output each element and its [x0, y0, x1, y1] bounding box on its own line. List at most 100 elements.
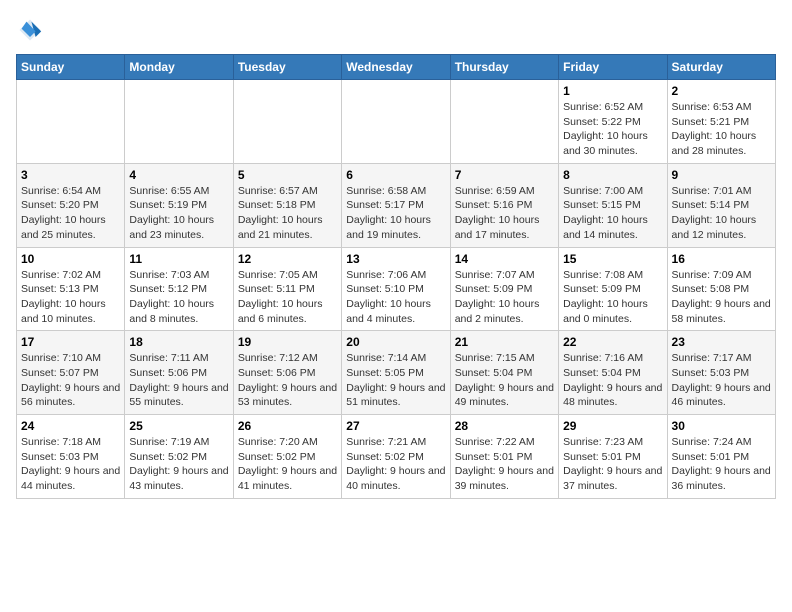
calendar-cell [17, 80, 125, 164]
day-number: 7 [455, 168, 554, 182]
calendar-cell: 8 Sunrise: 7:00 AMSunset: 5:15 PMDaylight… [559, 163, 667, 247]
calendar-cell: 14 Sunrise: 7:07 AMSunset: 5:09 PMDayligh… [450, 247, 558, 331]
calendar-cell: 9Sunrise: 7:01 AMSunset: 5:14 PMDaylight… [667, 163, 775, 247]
day-info: Sunrise: 7:20 AMSunset: 5:02 PMDaylight:… [238, 435, 337, 494]
day-number: 14 [455, 252, 554, 266]
day-of-week-header: Wednesday [342, 55, 450, 80]
calendar-table: SundayMondayTuesdayWednesdayThursdayFrid… [16, 54, 776, 499]
day-number: 19 [238, 335, 337, 349]
day-info: Sunrise: 7:23 AMSunset: 5:01 PMDaylight:… [563, 435, 662, 494]
calendar-cell: 23 Sunrise: 7:17 AMSunset: 5:03 PMDayligh… [667, 331, 775, 415]
day-number: 13 [346, 252, 445, 266]
day-info: Sunrise: 7:02 AMSunset: 5:13 PMDaylight:… [21, 268, 120, 327]
calendar-cell [125, 80, 233, 164]
day-info: Sunrise: 7:18 AMSunset: 5:03 PMDaylight:… [21, 435, 120, 494]
day-info: Sunrise: 7:16 AMSunset: 5:04 PMDaylight:… [563, 351, 662, 410]
day-of-week-header: Monday [125, 55, 233, 80]
day-number: 18 [129, 335, 228, 349]
day-info: Sunrise: 7:09 AMSunset: 5:08 PMDaylight:… [672, 268, 771, 327]
day-number: 6 [346, 168, 445, 182]
calendar-cell: 20 Sunrise: 7:14 AMSunset: 5:05 PMDayligh… [342, 331, 450, 415]
day-number: 27 [346, 419, 445, 433]
day-number: 11 [129, 252, 228, 266]
day-info: Sunrise: 6:59 AMSunset: 5:16 PMDaylight:… [455, 184, 554, 243]
calendar-cell: 21 Sunrise: 7:15 AMSunset: 5:04 PMDayligh… [450, 331, 558, 415]
calendar-cell: 10 Sunrise: 7:02 AMSunset: 5:13 PMDayligh… [17, 247, 125, 331]
day-number: 29 [563, 419, 662, 433]
day-number: 9 [672, 168, 771, 182]
day-info: Sunrise: 6:52 AMSunset: 5:22 PMDaylight:… [563, 100, 662, 159]
calendar-cell: 15 Sunrise: 7:08 AMSunset: 5:09 PMDayligh… [559, 247, 667, 331]
day-number: 4 [129, 168, 228, 182]
calendar-cell: 26 Sunrise: 7:20 AMSunset: 5:02 PMDayligh… [233, 415, 341, 499]
day-number: 20 [346, 335, 445, 349]
calendar-cell: 25 Sunrise: 7:19 AMSunset: 5:02 PMDayligh… [125, 415, 233, 499]
day-number: 5 [238, 168, 337, 182]
day-number: 8 [563, 168, 662, 182]
calendar-week-row: 3 Sunrise: 6:54 AMSunset: 5:20 PMDaylight… [17, 163, 776, 247]
day-number: 26 [238, 419, 337, 433]
day-number: 1 [563, 84, 662, 98]
calendar-cell: 29 Sunrise: 7:23 AMSunset: 5:01 PMDayligh… [559, 415, 667, 499]
day-info: Sunrise: 7:22 AMSunset: 5:01 PMDaylight:… [455, 435, 554, 494]
day-number: 12 [238, 252, 337, 266]
day-of-week-header: Saturday [667, 55, 775, 80]
day-info: Sunrise: 6:58 AMSunset: 5:17 PMDaylight:… [346, 184, 445, 243]
logo-icon [16, 16, 44, 44]
calendar-cell: 4 Sunrise: 6:55 AMSunset: 5:19 PMDaylight… [125, 163, 233, 247]
day-info: Sunrise: 7:19 AMSunset: 5:02 PMDaylight:… [129, 435, 228, 494]
day-info: Sunrise: 7:00 AMSunset: 5:15 PMDaylight:… [563, 184, 662, 243]
day-of-week-header: Sunday [17, 55, 125, 80]
day-info: Sunrise: 7:11 AMSunset: 5:06 PMDaylight:… [129, 351, 228, 410]
day-number: 22 [563, 335, 662, 349]
day-number: 25 [129, 419, 228, 433]
calendar-cell: 30 Sunrise: 7:24 AMSunset: 5:01 PMDayligh… [667, 415, 775, 499]
day-number: 2 [672, 84, 771, 98]
day-of-week-header: Thursday [450, 55, 558, 80]
calendar-week-row: 17Sunrise: 7:10 AMSunset: 5:07 PMDayligh… [17, 331, 776, 415]
calendar-cell: 18 Sunrise: 7:11 AMSunset: 5:06 PMDayligh… [125, 331, 233, 415]
day-info: Sunrise: 7:07 AMSunset: 5:09 PMDaylight:… [455, 268, 554, 327]
calendar-cell: 16 Sunrise: 7:09 AMSunset: 5:08 PMDayligh… [667, 247, 775, 331]
day-number: 17 [21, 335, 120, 349]
calendar-cell [450, 80, 558, 164]
day-info: Sunrise: 7:17 AMSunset: 5:03 PMDaylight:… [672, 351, 771, 410]
calendar-cell: 12 Sunrise: 7:05 AMSunset: 5:11 PMDayligh… [233, 247, 341, 331]
calendar-cell: 24Sunrise: 7:18 AMSunset: 5:03 PMDayligh… [17, 415, 125, 499]
day-info: Sunrise: 7:03 AMSunset: 5:12 PMDaylight:… [129, 268, 228, 327]
day-number: 15 [563, 252, 662, 266]
calendar-cell: 2 Sunrise: 6:53 AMSunset: 5:21 PMDaylight… [667, 80, 775, 164]
day-info: Sunrise: 6:57 AMSunset: 5:18 PMDaylight:… [238, 184, 337, 243]
calendar-cell: 28Sunrise: 7:22 AMSunset: 5:01 PMDayligh… [450, 415, 558, 499]
calendar-cell [342, 80, 450, 164]
calendar-header-row: SundayMondayTuesdayWednesdayThursdayFrid… [17, 55, 776, 80]
day-info: Sunrise: 6:55 AMSunset: 5:19 PMDaylight:… [129, 184, 228, 243]
day-number: 21 [455, 335, 554, 349]
day-number: 30 [672, 419, 771, 433]
calendar-cell [233, 80, 341, 164]
calendar-cell: 13 Sunrise: 7:06 AMSunset: 5:10 PMDayligh… [342, 247, 450, 331]
day-number: 3 [21, 168, 120, 182]
day-number: 23 [672, 335, 771, 349]
calendar-cell: 3 Sunrise: 6:54 AMSunset: 5:20 PMDaylight… [17, 163, 125, 247]
calendar-cell: 27Sunrise: 7:21 AMSunset: 5:02 PMDayligh… [342, 415, 450, 499]
day-info: Sunrise: 7:05 AMSunset: 5:11 PMDaylight:… [238, 268, 337, 327]
day-info: Sunrise: 7:14 AMSunset: 5:05 PMDaylight:… [346, 351, 445, 410]
calendar-cell: 6 Sunrise: 6:58 AMSunset: 5:17 PMDaylight… [342, 163, 450, 247]
calendar-cell: 5 Sunrise: 6:57 AMSunset: 5:18 PMDaylight… [233, 163, 341, 247]
day-info: Sunrise: 7:08 AMSunset: 5:09 PMDaylight:… [563, 268, 662, 327]
day-info: Sunrise: 7:12 AMSunset: 5:06 PMDaylight:… [238, 351, 337, 410]
day-of-week-header: Friday [559, 55, 667, 80]
calendar-cell: 19 Sunrise: 7:12 AMSunset: 5:06 PMDayligh… [233, 331, 341, 415]
day-number: 10 [21, 252, 120, 266]
calendar-week-row: 10 Sunrise: 7:02 AMSunset: 5:13 PMDayligh… [17, 247, 776, 331]
page-header [16, 16, 776, 44]
day-info: Sunrise: 6:53 AMSunset: 5:21 PMDaylight:… [672, 100, 771, 159]
day-number: 16 [672, 252, 771, 266]
day-of-week-header: Tuesday [233, 55, 341, 80]
day-info: Sunrise: 6:54 AMSunset: 5:20 PMDaylight:… [21, 184, 120, 243]
day-info: Sunrise: 7:06 AMSunset: 5:10 PMDaylight:… [346, 268, 445, 327]
day-info: Sunrise: 7:24 AMSunset: 5:01 PMDaylight:… [672, 435, 771, 494]
calendar-cell: 22 Sunrise: 7:16 AMSunset: 5:04 PMDayligh… [559, 331, 667, 415]
day-info: Sunrise: 7:15 AMSunset: 5:04 PMDaylight:… [455, 351, 554, 410]
